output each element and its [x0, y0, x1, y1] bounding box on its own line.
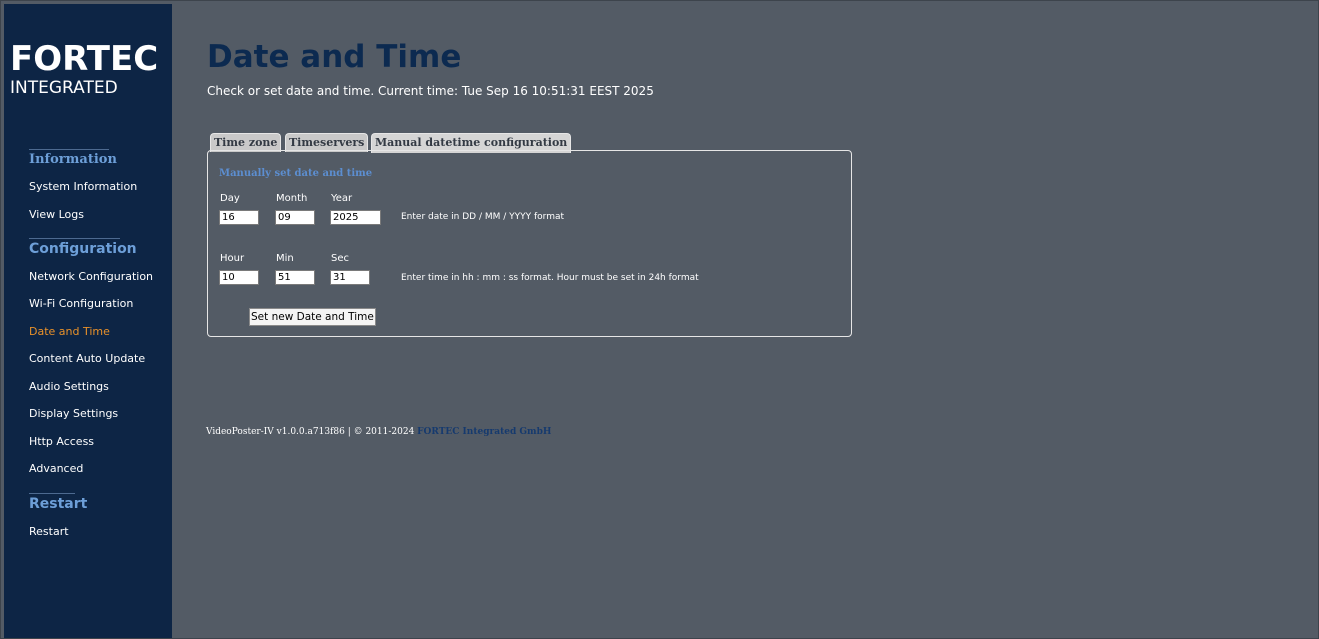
- date-format-hint: Enter date in DD / MM / YYYY format: [401, 212, 565, 222]
- page-subtitle: Check or set date and time. Current time…: [207, 84, 654, 98]
- logo-subtitle: INTEGRATED: [10, 78, 118, 98]
- sidebar-item-display-settings[interactable]: Display Settings: [29, 407, 118, 421]
- sec-label: Sec: [331, 253, 349, 264]
- year-input[interactable]: [330, 210, 381, 225]
- day-label: Day: [220, 193, 240, 204]
- sidebar-item-wifi-configuration[interactable]: Wi-Fi Configuration: [29, 297, 133, 311]
- footer-company-link[interactable]: FORTEC Integrated GmbH: [417, 427, 551, 437]
- sidebar-item-system-information[interactable]: System Information: [29, 180, 137, 194]
- sidebar-section-restart: Restart: [29, 493, 87, 512]
- sidebar: FORTEC INTEGRATED Information System Inf…: [4, 4, 172, 638]
- month-input[interactable]: [275, 210, 315, 225]
- sidebar-item-network-configuration[interactable]: Network Configuration: [29, 270, 153, 284]
- sidebar-item-audio-settings[interactable]: Audio Settings: [29, 380, 109, 394]
- sidebar-item-restart[interactable]: Restart: [29, 525, 69, 539]
- sidebar-section-configuration: Configuration: [29, 238, 137, 257]
- sidebar-item-view-logs[interactable]: View Logs: [29, 208, 84, 222]
- hour-input[interactable]: [219, 270, 259, 285]
- panel-heading: Manually set date and time: [219, 168, 373, 179]
- min-label: Min: [276, 253, 294, 264]
- sec-input[interactable]: [330, 270, 370, 285]
- year-label: Year: [331, 193, 353, 204]
- footer-text: VideoPoster-IV v1.0.0.a713f86 | © 2011-2…: [206, 427, 418, 437]
- page-title: Date and Time: [207, 39, 462, 75]
- sidebar-item-date-and-time[interactable]: Date and Time: [29, 325, 110, 339]
- app-window: FORTEC INTEGRATED Information System Inf…: [0, 0, 1319, 639]
- min-input[interactable]: [275, 270, 315, 285]
- hour-label: Hour: [220, 253, 245, 264]
- month-label: Month: [276, 193, 308, 204]
- logo: FORTEC: [10, 39, 159, 79]
- day-input[interactable]: [219, 210, 259, 225]
- time-format-hint: Enter time in hh : mm : ss format. Hour …: [401, 273, 699, 283]
- sidebar-item-advanced[interactable]: Advanced: [29, 462, 83, 476]
- sidebar-section-information: Information: [29, 149, 117, 168]
- sidebar-item-http-access[interactable]: Http Access: [29, 435, 94, 449]
- set-date-time-button[interactable]: Set new Date and Time: [249, 308, 376, 326]
- footer: VideoPoster-IV v1.0.0.a713f86 | © 2011-2…: [206, 427, 551, 438]
- sidebar-item-content-auto-update[interactable]: Content Auto Update: [29, 352, 145, 366]
